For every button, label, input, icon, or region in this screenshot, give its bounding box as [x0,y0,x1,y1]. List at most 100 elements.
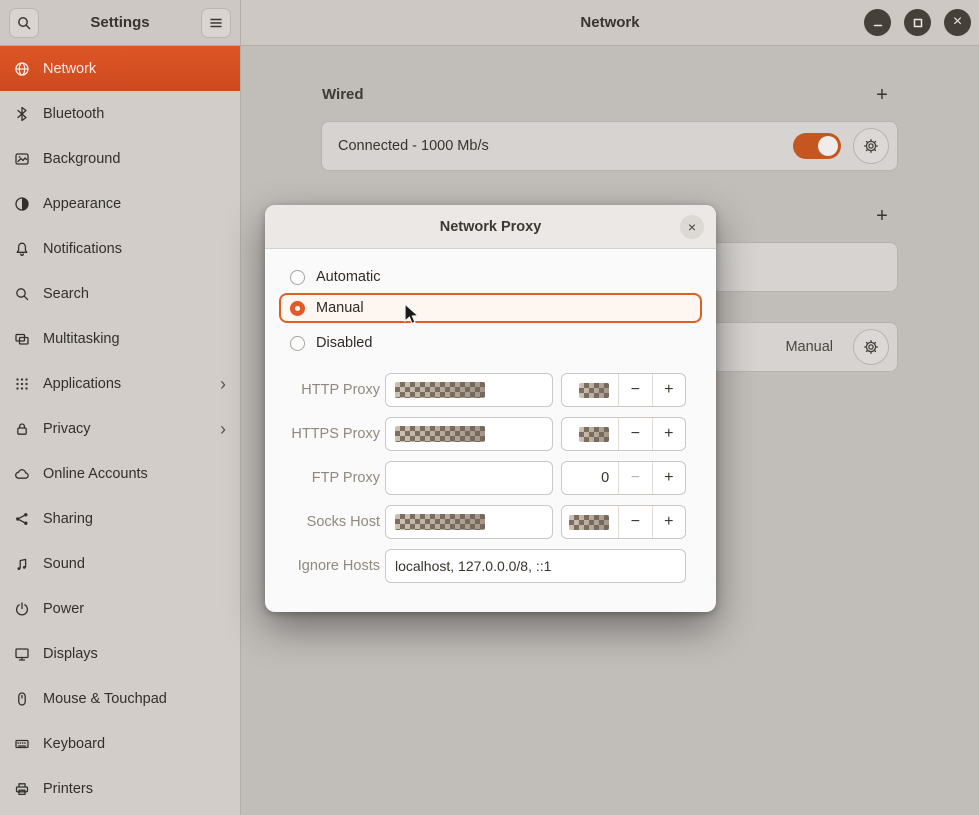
https-proxy-port-spinner: − + [561,417,686,451]
network-icon [14,61,30,77]
port-value[interactable] [562,506,618,538]
sidebar-item-label: Keyboard [43,736,105,752]
mouse-cursor [403,303,423,329]
socks-port-spinner: − + [561,505,686,539]
ftp-proxy-host-input[interactable] [385,461,553,495]
decrement-button[interactable]: − [618,462,651,494]
sidebar-item-bluetooth[interactable]: Bluetooth [0,91,240,136]
sidebar-item-notifications[interactable]: Notifications [0,226,240,271]
radio-icon [290,270,305,285]
increment-button[interactable]: + [652,462,685,494]
sidebar-item-label: Applications [43,376,121,392]
sidebar-headerbar: Settings [0,0,241,46]
option-label: Automatic [316,269,380,285]
minimize-button[interactable] [864,9,891,36]
sidebar-item-label: Network [43,61,96,77]
menu-button[interactable] [201,8,231,38]
socks-host-input[interactable] [385,505,553,539]
maximize-icon [910,15,926,31]
sidebar-item-displays[interactable]: Displays [0,631,240,676]
increment-button[interactable]: + [652,418,685,450]
http-proxy-port-spinner: − + [561,373,686,407]
main-headerbar: Network × [241,0,979,46]
sidebar-item-background[interactable]: Background [0,136,240,181]
sidebar-item-online-accounts[interactable]: Online Accounts [0,451,240,496]
sidebar-item-label: Notifications [43,241,122,257]
power-icon [14,601,30,617]
redacted-port-value [579,383,609,398]
ftp-proxy-label: FTP Proxy [265,470,380,486]
ignore-hosts-input[interactable] [385,549,686,583]
sidebar-item-applications[interactable]: Applications › [0,361,240,406]
printer-icon [14,781,30,797]
wired-settings-button[interactable] [853,128,889,164]
search-icon [16,15,32,31]
sidebar-item-label: Search [43,286,89,302]
cloud-icon [14,466,30,482]
settings-window: Settings Network × Network Bluetooth [0,0,979,815]
sidebar-item-keyboard[interactable]: Keyboard [0,721,240,766]
decrement-button[interactable]: − [618,374,651,406]
sidebar-item-mouse-touchpad[interactable]: Mouse & Touchpad [0,676,240,721]
http-proxy-row: HTTP Proxy − + [265,373,716,407]
bluetooth-icon [14,106,30,122]
sidebar-item-label: Displays [43,646,98,662]
wired-section-title: Wired [322,86,364,103]
bell-icon [14,241,30,257]
sidebar-item-label: Power [43,601,84,617]
sidebar-item-label: Appearance [43,196,121,212]
close-window-button[interactable]: × [944,9,971,36]
radio-checked-icon [290,301,305,316]
background-icon [14,151,30,167]
port-value[interactable] [562,374,618,406]
proxy-settings-button[interactable] [853,329,889,365]
sidebar-item-label: Sharing [43,511,93,527]
maximize-button[interactable] [904,9,931,36]
share-icon [14,511,30,527]
window-controls: × [864,9,971,36]
sidebar-item-sound[interactable]: Sound [0,541,240,586]
proxy-option-disabled[interactable]: Disabled [279,329,702,357]
wired-toggle[interactable] [793,133,841,159]
sidebar-item-label: Privacy [43,421,91,437]
sidebar-item-label: Printers [43,781,93,797]
sidebar-item-power[interactable]: Power [0,586,240,631]
sidebar-item-sharing[interactable]: Sharing [0,496,240,541]
sidebar-item-appearance[interactable]: Appearance [0,181,240,226]
https-proxy-host-input[interactable] [385,417,553,451]
increment-button[interactable]: + [652,374,685,406]
http-proxy-host-input[interactable] [385,373,553,407]
radio-icon [290,336,305,351]
socks-host-row: Socks Host − + [265,505,716,539]
port-value[interactable] [562,418,618,450]
sidebar-item-label: Multitasking [43,331,120,347]
proxy-option-manual[interactable]: Manual [279,293,702,323]
increment-button[interactable]: + [652,506,685,538]
wired-status: Connected - 1000 Mb/s [338,138,781,154]
sidebar-item-network[interactable]: Network [0,46,240,91]
decrement-button[interactable]: − [618,506,651,538]
keyboard-icon [14,736,30,752]
gear-icon [863,138,879,154]
decrement-button[interactable]: − [618,418,651,450]
https-proxy-row: HTTPS Proxy − + [265,417,716,451]
http-proxy-label: HTTP Proxy [265,382,380,398]
port-value[interactable]: 0 [562,462,618,494]
close-dialog-button[interactable]: × [680,215,704,239]
redacted-host-value [395,514,485,530]
proxy-option-automatic[interactable]: Automatic [279,263,702,291]
add-vpn-button[interactable]: + [871,205,893,227]
sidebar-item-privacy[interactable]: Privacy › [0,406,240,451]
sidebar-item-search[interactable]: Search [0,271,240,316]
sidebar-item-printers[interactable]: Printers [0,766,240,811]
search-button[interactable] [9,8,39,38]
sidebar-item-multitasking[interactable]: Multitasking [0,316,240,361]
applications-grid-icon [14,376,30,392]
search-icon [14,286,30,302]
option-label: Disabled [316,335,372,351]
add-wired-button[interactable]: + [871,84,893,106]
proxy-mode-value: Manual [785,339,833,355]
sidebar-item-label: Online Accounts [43,466,148,482]
chevron-right-icon: › [220,420,226,438]
sidebar-item-label: Background [43,151,120,167]
